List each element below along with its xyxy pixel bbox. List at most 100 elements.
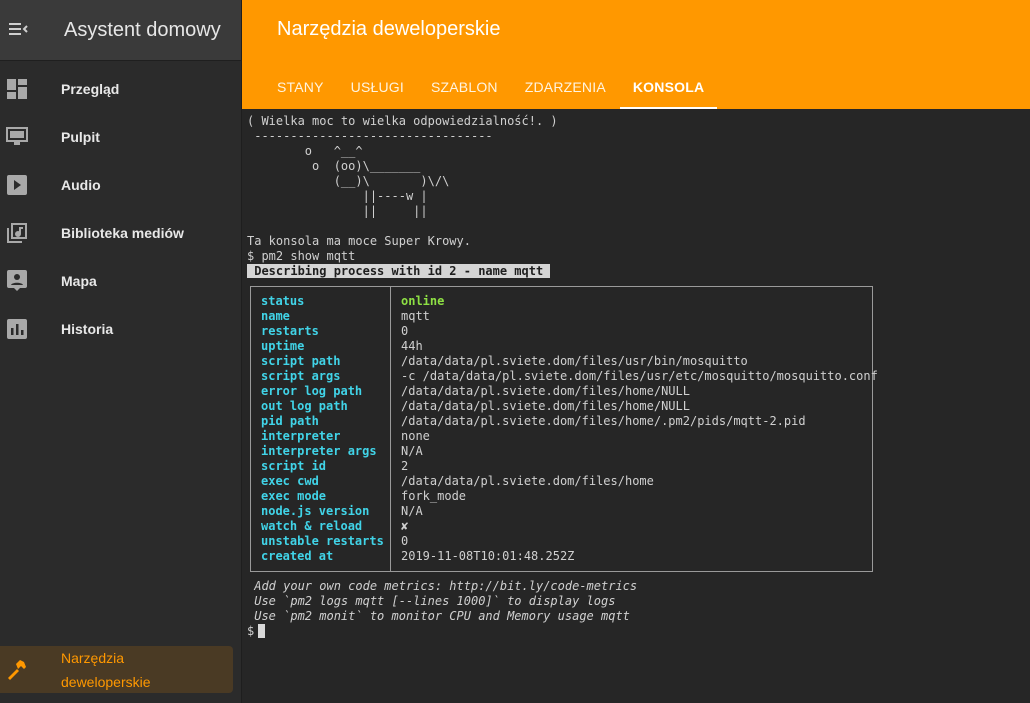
cow-line: || || [247,204,428,218]
cow-line: ||----w | [247,189,428,203]
process-value: 2 [401,459,409,473]
process-value: 0 [401,534,409,548]
footer-line: Use `pm2 monit` to monitor CPU and Memor… [247,609,630,623]
sidebar-item-label: Audio [61,177,101,193]
monitor-icon [6,126,28,148]
sidebar-item-label: Mapa [61,273,97,289]
sidebar: Asystent domowy Przegląd Pulpit Audio Bi… [0,0,242,703]
cow-line: o ^__^ [247,144,363,158]
process-value: N/A [401,504,423,518]
table-row: exec cwd/data/data/pl.sviete.dom/files/h… [251,474,872,489]
process-key: exec mode [261,489,327,503]
process-key: uptime [261,339,305,353]
process-table: status online name mqtt restarts 0 uptime 44h sc… [250,286,878,572]
sidebar-item-label: Narzędzia deweloperskie [61,646,151,694]
process-key: interpreter args [261,444,377,458]
label-line-2: deweloperskie [61,673,151,690]
process-value: online [401,294,445,308]
prompt-symbol: $ [247,624,255,638]
table-row: status online [251,294,872,309]
table-row: uptime 44h [251,339,872,354]
table-row: out log path/data/data/pl.sviete.dom/fil… [251,399,872,414]
process-value: none [401,429,430,443]
process-value: mqtt [401,309,430,323]
tab-szablon[interactable]: SZABLON [431,64,498,109]
process-key: unstable restarts [261,534,384,548]
table-row: pid path/data/data/pl.sviete.dom/files/h… [251,414,872,429]
process-key: interpreter [261,429,341,443]
process-key: name [261,309,290,323]
chart-icon [6,318,28,340]
table-row: unstable restarts 0 [251,534,872,549]
process-key: error log path [261,384,363,398]
process-key: node.js version [261,504,370,518]
sidebar-item-audio[interactable]: Audio [0,161,241,209]
process-value: N/A [401,444,423,458]
table-row: error log path/data/data/pl.sviete.dom/f… [251,384,872,399]
process-key: out log path [261,399,348,413]
describing-text: Describing process with id 2 - name mqtt [247,264,551,278]
table-row: name mqtt [251,309,872,324]
sidebar-item-label: Pulpit [61,129,100,145]
process-value: /data/data/pl.sviete.dom/files/home/NULL [401,399,690,413]
table-row: node.js version N/A [251,504,872,519]
sidebar-item-developer-tools[interactable]: Narzędzia deweloperskie [0,646,233,693]
media-library-icon [6,222,28,244]
sidebar-item-historia[interactable]: Historia [0,305,241,353]
play-icon [6,174,28,196]
process-value: ✘ [401,519,409,533]
map-person-icon [6,270,28,292]
table-row: watch & reload ✘ [251,519,872,534]
sidebar-item-mapa[interactable]: Mapa [0,257,241,305]
process-key: status [261,294,305,308]
footer-line: Add your own code metrics: http://bit.ly… [247,579,638,593]
sidebar-item-biblioteka[interactable]: Biblioteka mediów [0,209,241,257]
table-row: script path/data/data/pl.sviete.dom/file… [251,354,872,369]
dashboard-icon [6,78,28,100]
tab-bar: STANY USŁUGI SZABLON ZDARZENIA KONSOLA [277,64,731,109]
process-value: /data/data/pl.sviete.dom/files/home [401,474,654,488]
process-key: script id [261,459,327,473]
describing-banner: Describing process with id 2 - name mqtt [247,264,551,279]
process-key: pid path [261,414,319,428]
cow-line: o (oo)\_______ [247,159,421,173]
menu-collapse-icon[interactable] [6,18,30,42]
process-key: script args [261,369,341,383]
app-header: Narzędzia deweloperskie STANY USŁUGI SZA… [242,0,1030,109]
sidebar-item-label: Historia [61,321,114,337]
tab-uslugi[interactable]: USŁUGI [351,64,404,109]
cow-line: (__)\ )\/\ [247,174,450,188]
hammer-icon [6,659,28,681]
process-value: /data/data/pl.sviete.dom/files/home/NULL [401,384,690,398]
console-terminal[interactable]: ( Wielka moc to wielka odpowiedzialność!… [242,109,1030,703]
sidebar-header: Asystent domowy [0,0,241,61]
page-title: Narzędzia deweloperskie [277,18,501,40]
tab-stany[interactable]: STANY [277,64,324,109]
cow-line: --------------------------------- [247,129,493,143]
table-row: script id 2 [251,459,872,474]
process-value: fork_mode [401,489,467,503]
super-cow-text: Ta konsola ma moce Super Krowy. [247,234,471,248]
process-value: 44h [401,339,423,353]
process-value: 2019-11-08T10:01:48.252Z [401,549,575,563]
command-line: $ pm2 show mqtt [247,249,356,263]
text-cursor [258,624,266,638]
app-title: Asystent domowy [64,18,221,41]
tab-konsola[interactable]: KONSOLA [619,64,718,109]
process-key: restarts [261,324,319,338]
cow-line: ( Wielka moc to wielka odpowiedzialność!… [247,114,558,128]
process-value: 0 [401,324,409,338]
prompt-line[interactable]: $ [247,624,266,639]
footer-line: Use `pm2 logs mqtt [--lines 1000]` to di… [247,594,616,608]
sidebar-item-pulpit[interactable]: Pulpit [0,113,241,161]
sidebar-item-przeglad[interactable]: Przegląd [0,65,241,113]
table-row: restarts 0 [251,324,872,339]
sidebar-item-label: Biblioteka mediów [61,225,184,241]
process-key: watch & reload [261,519,363,533]
process-value: /data/data/pl.sviete.dom/files/usr/bin/m… [401,354,748,368]
tab-zdarzenia[interactable]: ZDARZENIA [525,64,606,109]
label-line-1: Narzędzia [61,649,125,666]
process-value: -c /data/data/pl.sviete.dom/files/usr/et… [401,369,878,383]
process-value: /data/data/pl.sviete.dom/files/home/.pm2… [401,414,806,428]
process-key: script path [261,354,341,368]
